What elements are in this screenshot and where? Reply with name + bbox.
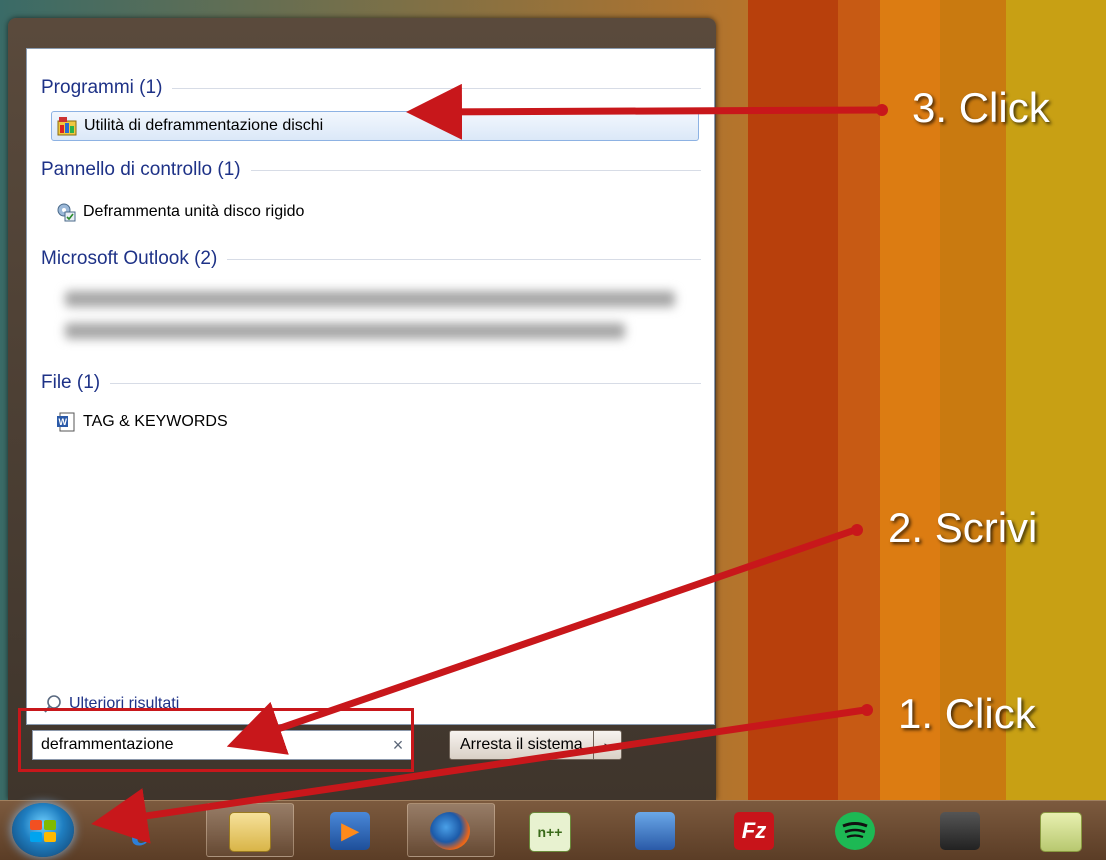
shutdown-control: Arresta il sistema ▸ — [449, 730, 622, 760]
spotify-icon[interactable] — [835, 812, 875, 850]
defrag-icon — [57, 117, 77, 136]
search-results-pane: Programmi (1) Utilità di deframmentazion… — [26, 48, 715, 725]
internet-explorer-icon[interactable]: e — [120, 809, 160, 854]
group-title: Pannello di controllo (1) — [41, 159, 241, 180]
start-menu: Programmi (1) Utilità di deframmentazion… — [8, 18, 716, 800]
group-divider — [172, 87, 701, 89]
shutdown-button[interactable]: Arresta il sistema — [449, 730, 594, 760]
spotify-waves-icon — [842, 822, 868, 839]
wallpaper-stripe — [838, 0, 880, 800]
group-header-file: File (1) — [41, 370, 701, 396]
group-header-programmi: Programmi (1) — [41, 75, 701, 101]
group-divider — [110, 382, 701, 384]
group-header-pannello: Pannello di controllo (1) — [41, 157, 701, 183]
sticky-notes-icon[interactable] — [1040, 812, 1082, 852]
group-title: Programmi (1) — [41, 77, 163, 98]
windows-logo-icon — [30, 820, 56, 842]
group-divider — [227, 258, 701, 260]
windows-explorer-icon — [229, 812, 271, 852]
notepad-plus-icon[interactable]: n++ — [529, 812, 571, 852]
callout-step3: 3. Click — [912, 84, 1050, 131]
word-document-icon: W — [57, 412, 75, 432]
group-divider — [250, 169, 701, 171]
books-icon[interactable] — [635, 812, 675, 850]
group-header-outlook: Microsoft Outlook (2) — [41, 246, 701, 272]
camcorder-icon[interactable] — [940, 812, 980, 850]
callout-step2: 2. Scrivi — [888, 504, 1038, 551]
search-highlight-box — [18, 708, 414, 772]
group-title: File (1) — [41, 372, 101, 393]
result-label: TAG & KEYWORDS — [83, 413, 228, 430]
filezilla-icon[interactable]: Fz — [734, 812, 774, 850]
result-label: Utilità di deframmentazione dischi — [84, 117, 324, 134]
wallpaper-stripe — [748, 0, 838, 800]
control-panel-icon — [57, 203, 76, 222]
result-tag-keywords[interactable]: W TAG & KEYWORDS — [51, 407, 228, 437]
svg-text:W: W — [59, 417, 68, 427]
result-label: Deframmenta unità disco rigido — [83, 203, 305, 220]
callout-step1: 1. Click — [898, 690, 1036, 737]
shutdown-options-arrow-icon[interactable]: ▸ — [593, 730, 622, 760]
result-defrag-utility[interactable]: Utilità di deframmentazione dischi — [51, 111, 699, 141]
firefox-icon — [430, 812, 470, 850]
blurred-row — [65, 323, 625, 339]
blurred-row — [65, 291, 675, 307]
group-title: Microsoft Outlook (2) — [41, 248, 218, 269]
result-defrag-drive[interactable]: Deframmenta unità disco rigido — [51, 197, 304, 227]
blurred-outlook-results — [65, 285, 695, 349]
media-player-icon[interactable]: ▶ — [330, 812, 370, 850]
